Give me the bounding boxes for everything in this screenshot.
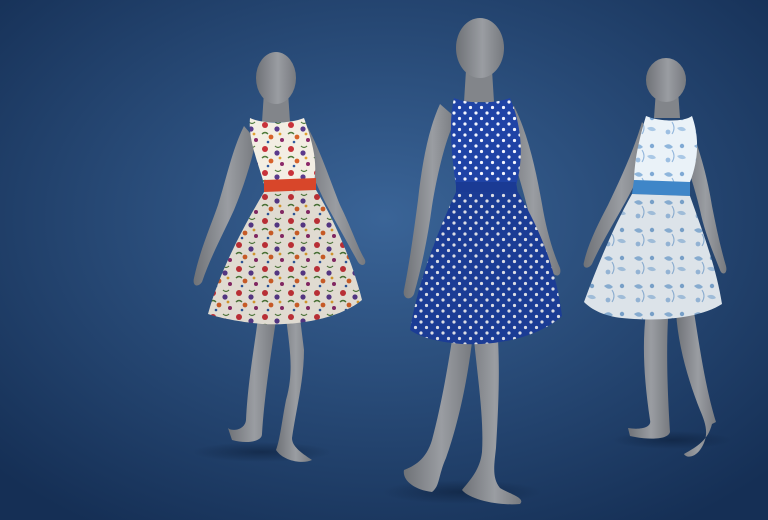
floor-shadow [192,442,332,462]
right-figure-head [646,58,686,102]
scene-canvas [0,0,768,520]
blue-belt [632,180,690,196]
center-figure-head [456,18,504,78]
left-figure-head [256,52,296,104]
toile-dress-bodice [634,116,698,182]
render-scene [0,0,768,520]
polka-dot-dress-bodice [450,98,521,186]
